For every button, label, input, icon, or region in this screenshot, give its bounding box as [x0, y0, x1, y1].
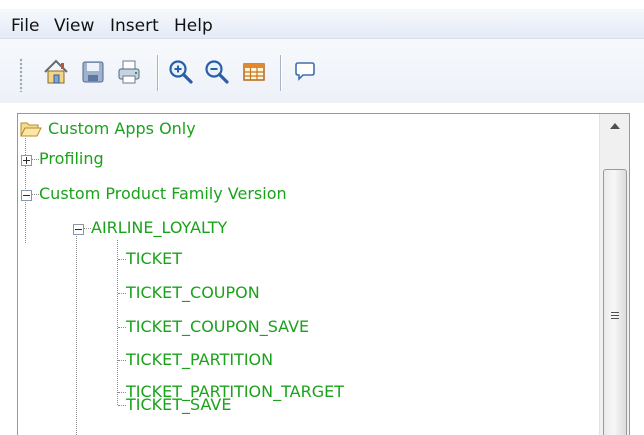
tree-node-table[interactable]: TICKET	[126, 244, 182, 274]
menu-view[interactable]: View	[54, 15, 94, 37]
vertical-scrollbar[interactable]	[599, 114, 629, 435]
tree-node-family[interactable]: Custom Product Family Version	[39, 179, 287, 209]
tree-node-table[interactable]: TICKET_PARTITION	[126, 345, 273, 375]
collapse-icon[interactable]	[21, 190, 32, 201]
scroll-up-arrow-icon[interactable]	[600, 114, 629, 140]
tree-node-table[interactable]: TICKET_COUPON	[126, 278, 260, 308]
home-icon[interactable]	[40, 56, 72, 88]
toolbar-grip[interactable]	[19, 58, 23, 92]
menu-help[interactable]: Help	[174, 15, 213, 37]
scrollbar-thumb[interactable]	[603, 169, 627, 435]
tree-node-table[interactable]: TICKET_COUPON_SAVE	[126, 312, 309, 342]
save-icon[interactable]	[77, 56, 109, 88]
table-icon[interactable]	[238, 56, 270, 88]
comment-icon[interactable]	[289, 56, 321, 88]
menu-insert[interactable]: Insert	[110, 15, 159, 37]
print-icon[interactable]	[113, 56, 145, 88]
toolbar-separator	[157, 55, 158, 91]
collapse-icon[interactable]	[73, 224, 84, 235]
tree-node-table[interactable]: TICKET_SAVE	[126, 390, 231, 420]
menu-file[interactable]: File	[11, 15, 39, 37]
tree-view[interactable]: Custom Apps Only Profiling Custom Produc…	[18, 114, 598, 435]
tree-node-profiling[interactable]: Profiling	[39, 144, 104, 174]
folder-open-icon	[20, 120, 42, 138]
toolbar-separator	[280, 55, 281, 91]
menu-bar: File View Insert Help	[0, 0, 644, 39]
expand-icon[interactable]	[21, 155, 32, 166]
tree-node-schema[interactable]: AIRLINE_LOYALTY	[91, 213, 227, 243]
zoom-out-icon[interactable]	[201, 56, 233, 88]
tree-node-root[interactable]: Custom Apps Only	[48, 114, 196, 144]
scrollbar-grip-icon	[611, 312, 619, 321]
tree-panel: Custom Apps Only Profiling Custom Produc…	[17, 113, 630, 435]
zoom-in-icon[interactable]	[165, 56, 197, 88]
app-window: File View Insert Help Custom Apps Only P…	[0, 0, 644, 435]
